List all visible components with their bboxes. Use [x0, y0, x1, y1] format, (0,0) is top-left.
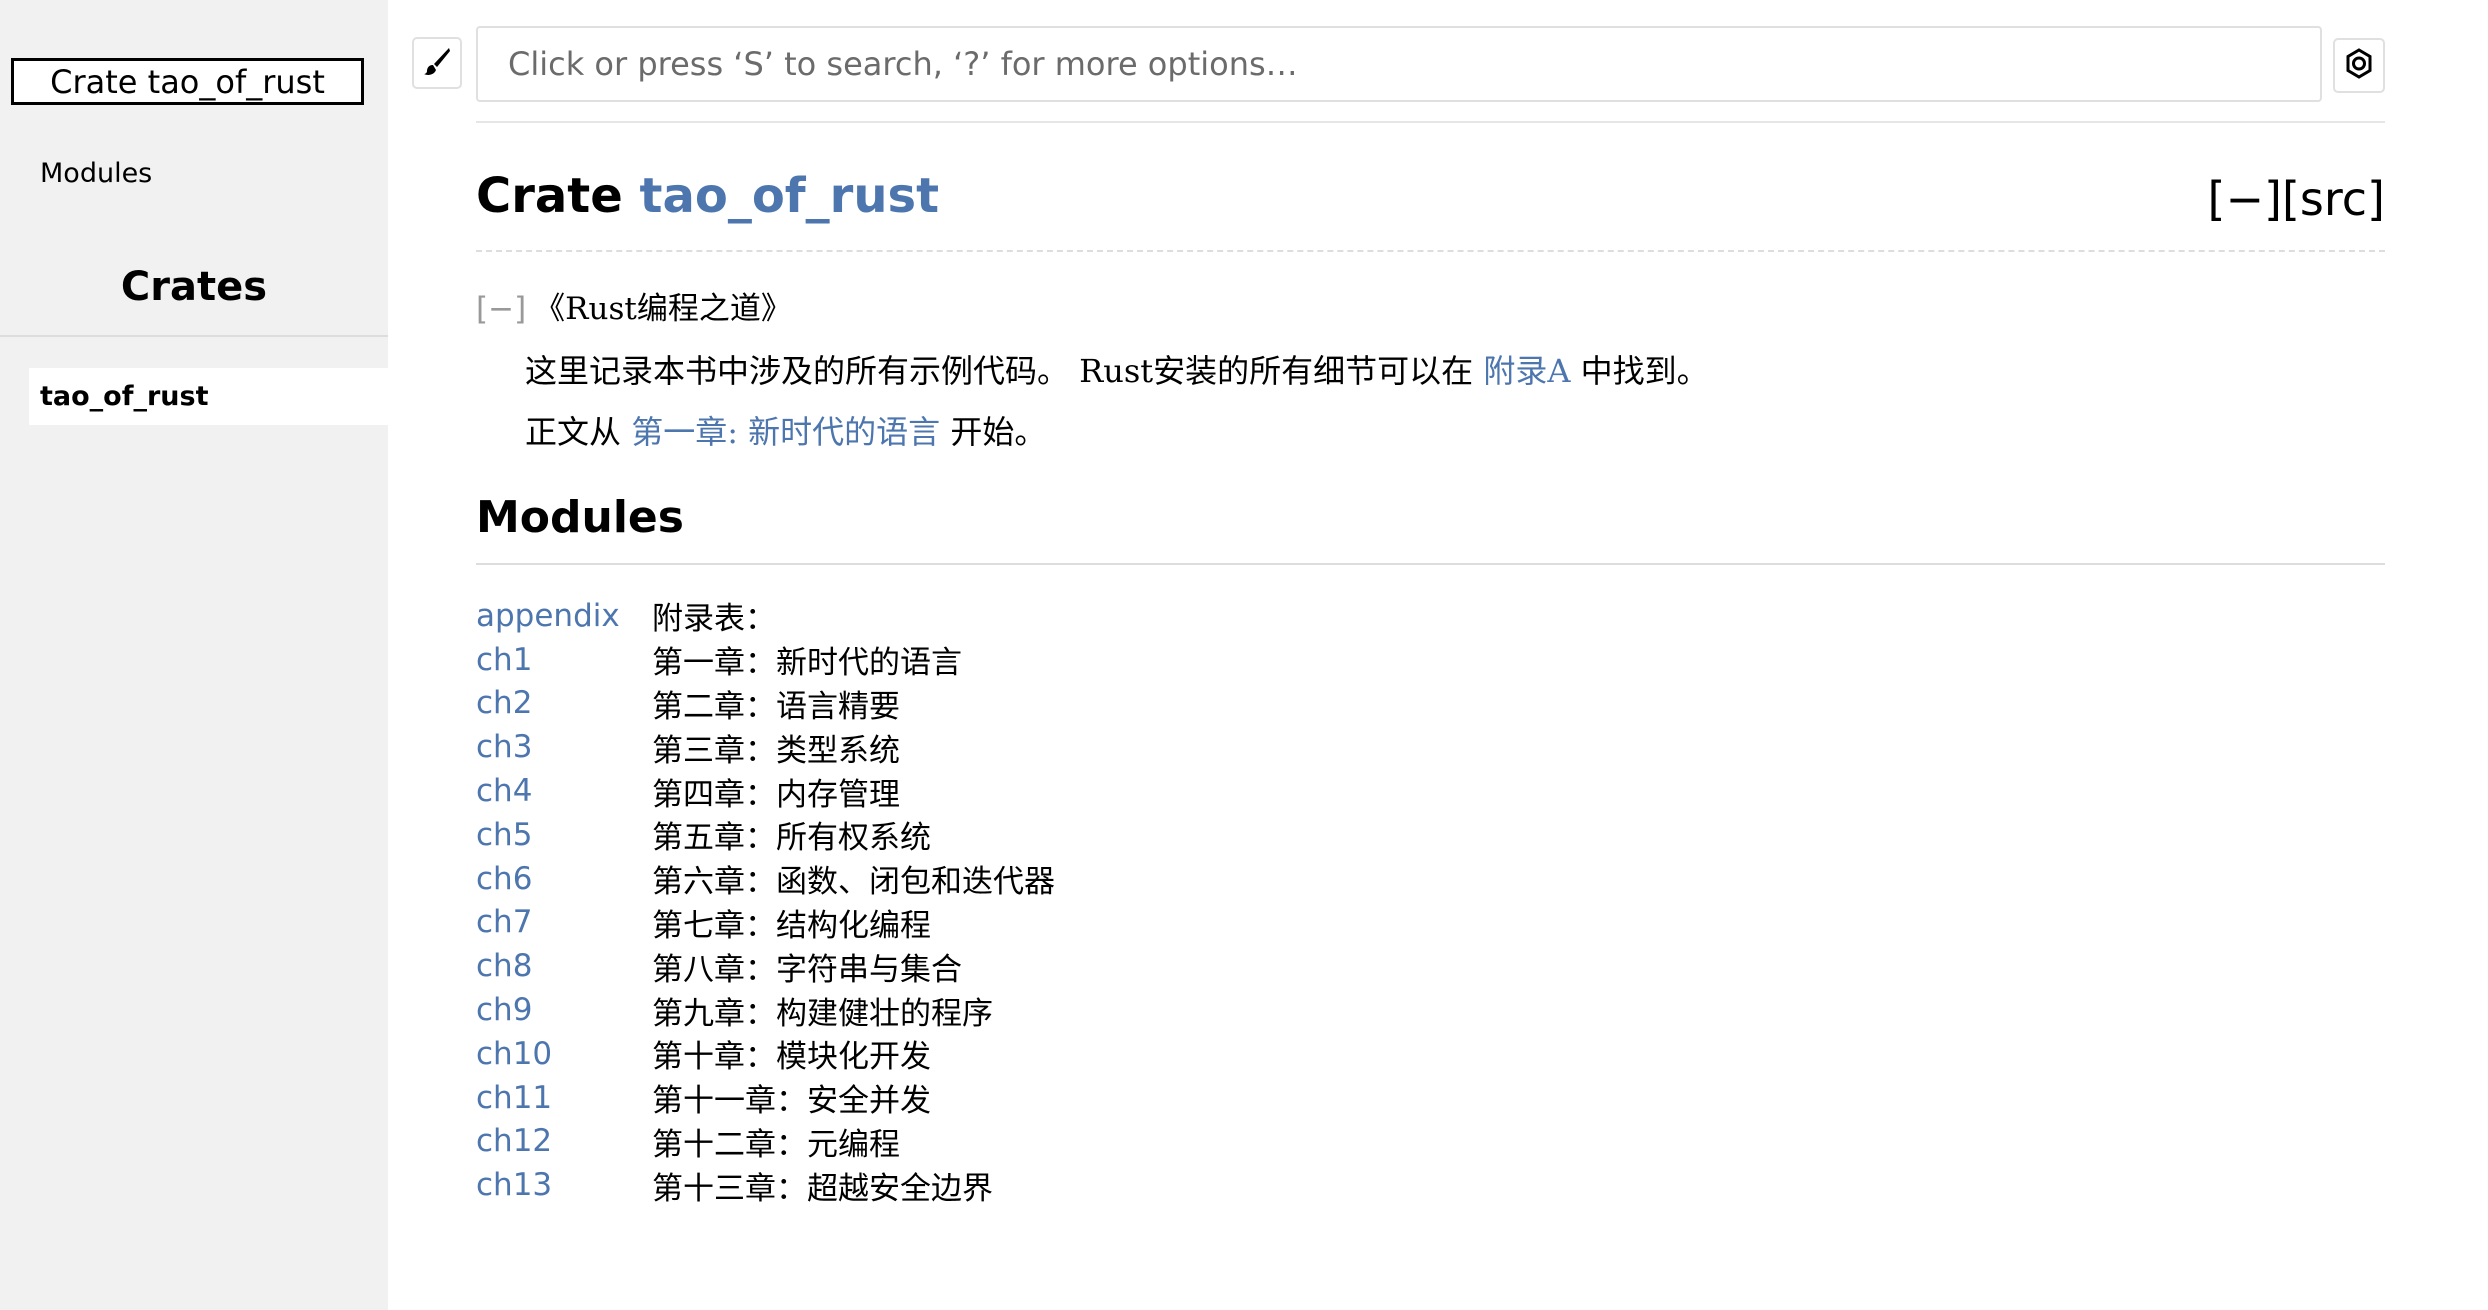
title-divider: [476, 250, 2385, 252]
appendix-a-link[interactable]: 附录A: [1483, 352, 1570, 390]
para2-suffix: 开始。: [940, 413, 1047, 451]
module-desc: 第十三章：超越安全边界: [652, 1170, 993, 1207]
module-row: ch11 第十一章：安全并发: [476, 1076, 1676, 1120]
crate-title-box[interactable]: Crate tao_of_rust: [11, 58, 364, 105]
module-link-ch5[interactable]: ch5: [476, 817, 652, 853]
sidebar-link-modules[interactable]: Modules: [40, 158, 152, 189]
module-link-ch13[interactable]: ch13: [476, 1167, 652, 1203]
module-desc: 第六章：函数、闭包和迭代器: [652, 864, 1055, 901]
module-desc: 第九章：构建健壮的程序: [652, 995, 993, 1032]
collapse-all-toggle[interactable]: [−]: [2208, 172, 2282, 226]
sidebar: Crate tao_of_rust Modules Crates tao_of_…: [0, 0, 388, 1310]
module-link-ch1[interactable]: ch1: [476, 642, 652, 678]
module-desc: 第四章：内存管理: [652, 776, 900, 813]
theme-picker-button[interactable]: [412, 37, 462, 89]
crate-title-label: Crate tao_of_rust: [50, 62, 325, 101]
module-desc: 第三章：类型系统: [652, 732, 900, 769]
crates-heading: Crates: [120, 264, 268, 310]
crate-name-link[interactable]: tao_of_rust: [640, 168, 940, 224]
module-desc: 第十一章：安全并发: [652, 1083, 931, 1120]
doc-paragraph-2: 正文从 第一章: 新时代的语言 开始。: [525, 407, 1046, 453]
para1-suffix: 中找到。: [1570, 352, 1709, 390]
module-link-ch12[interactable]: ch12: [476, 1123, 652, 1159]
chapter-one-link[interactable]: 第一章: 新时代的语言: [631, 413, 940, 451]
sidebar-item-label: tao_of_rust: [40, 381, 209, 412]
doc-title: 《Rust编程之道》: [534, 291, 792, 327]
module-link-ch8[interactable]: ch8: [476, 948, 652, 984]
module-row: ch1 第一章：新时代的语言: [476, 638, 1676, 682]
module-row: ch10 第十章：模块化开发: [476, 1032, 1676, 1076]
doc-header: [−] 《Rust编程之道》: [476, 283, 792, 328]
module-link-ch9[interactable]: ch9: [476, 992, 652, 1028]
module-link-ch4[interactable]: ch4: [476, 773, 652, 809]
module-link-ch7[interactable]: ch7: [476, 904, 652, 940]
para1-text: 这里记录本书中涉及的所有示例代码。 Rust安装的所有细节可以在: [525, 352, 1484, 390]
module-row: ch7 第七章：结构化编程: [476, 901, 1676, 945]
module-row: ch4 第四章：内存管理: [476, 769, 1676, 813]
module-desc: 第七章：结构化编程: [652, 907, 931, 944]
module-link-ch6[interactable]: ch6: [476, 861, 652, 897]
search-divider: [476, 121, 2385, 123]
paintbrush-icon: [423, 46, 451, 80]
module-row: ch8 第八章：字符串与集合: [476, 944, 1676, 988]
module-desc: 第五章：所有权系统: [652, 820, 931, 857]
settings-button[interactable]: [2333, 38, 2385, 93]
modules-divider: [476, 563, 2385, 565]
module-link-ch10[interactable]: ch10: [476, 1036, 652, 1072]
module-link-ch2[interactable]: ch2: [476, 685, 652, 721]
module-row: ch6 第六章：函数、闭包和迭代器: [476, 857, 1676, 901]
module-link-ch11[interactable]: ch11: [476, 1080, 652, 1116]
module-desc: 第二章：语言精要: [652, 689, 900, 725]
module-row: ch5 第五章：所有权系统: [476, 813, 1676, 857]
module-desc: 附录表：: [652, 601, 776, 638]
module-link-ch3[interactable]: ch3: [476, 729, 652, 765]
module-row: ch3 第三章：类型系统: [476, 725, 1676, 769]
module-link-appendix[interactable]: appendix: [476, 598, 652, 634]
module-desc: 第十章：模块化开发: [652, 1039, 931, 1076]
doc-collapse-toggle[interactable]: [−]: [476, 291, 526, 327]
module-row: appendix 附录表：: [476, 594, 1676, 638]
module-desc: 第一章：新时代的语言: [652, 645, 962, 682]
modules-heading: Modules: [476, 492, 684, 543]
module-row: ch12 第十二章：元编程: [476, 1120, 1676, 1164]
module-row: ch9 第九章：构建健壮的程序: [476, 988, 1676, 1032]
module-row: ch2 第二章：语言精要: [476, 682, 1676, 726]
page-title: Crate tao_of_rust: [476, 168, 939, 224]
module-list: appendix 附录表： ch1 第一章：新时代的语言 ch2 第二章：语言精…: [476, 594, 1676, 1207]
module-desc: 第八章：字符串与集合: [652, 951, 962, 988]
sidebar-divider: [0, 335, 388, 337]
module-row: ch13 第十三章：超越安全边界: [476, 1163, 1676, 1207]
doc-paragraph-1: 这里记录本书中涉及的所有示例代码。 Rust安装的所有细节可以在 附录A 中找到…: [525, 346, 1709, 392]
title-prefix: Crate: [476, 168, 640, 224]
sidebar-item-tao-of-rust[interactable]: tao_of_rust: [29, 368, 388, 425]
src-link[interactable]: [src]: [2282, 172, 2385, 226]
search-input[interactable]: [476, 26, 2322, 102]
module-desc: 第十二章：元编程: [652, 1126, 900, 1163]
gear-icon: [2342, 47, 2376, 85]
title-tools: [−][src]: [2208, 172, 2386, 226]
para2-prefix: 正文从: [525, 413, 632, 451]
